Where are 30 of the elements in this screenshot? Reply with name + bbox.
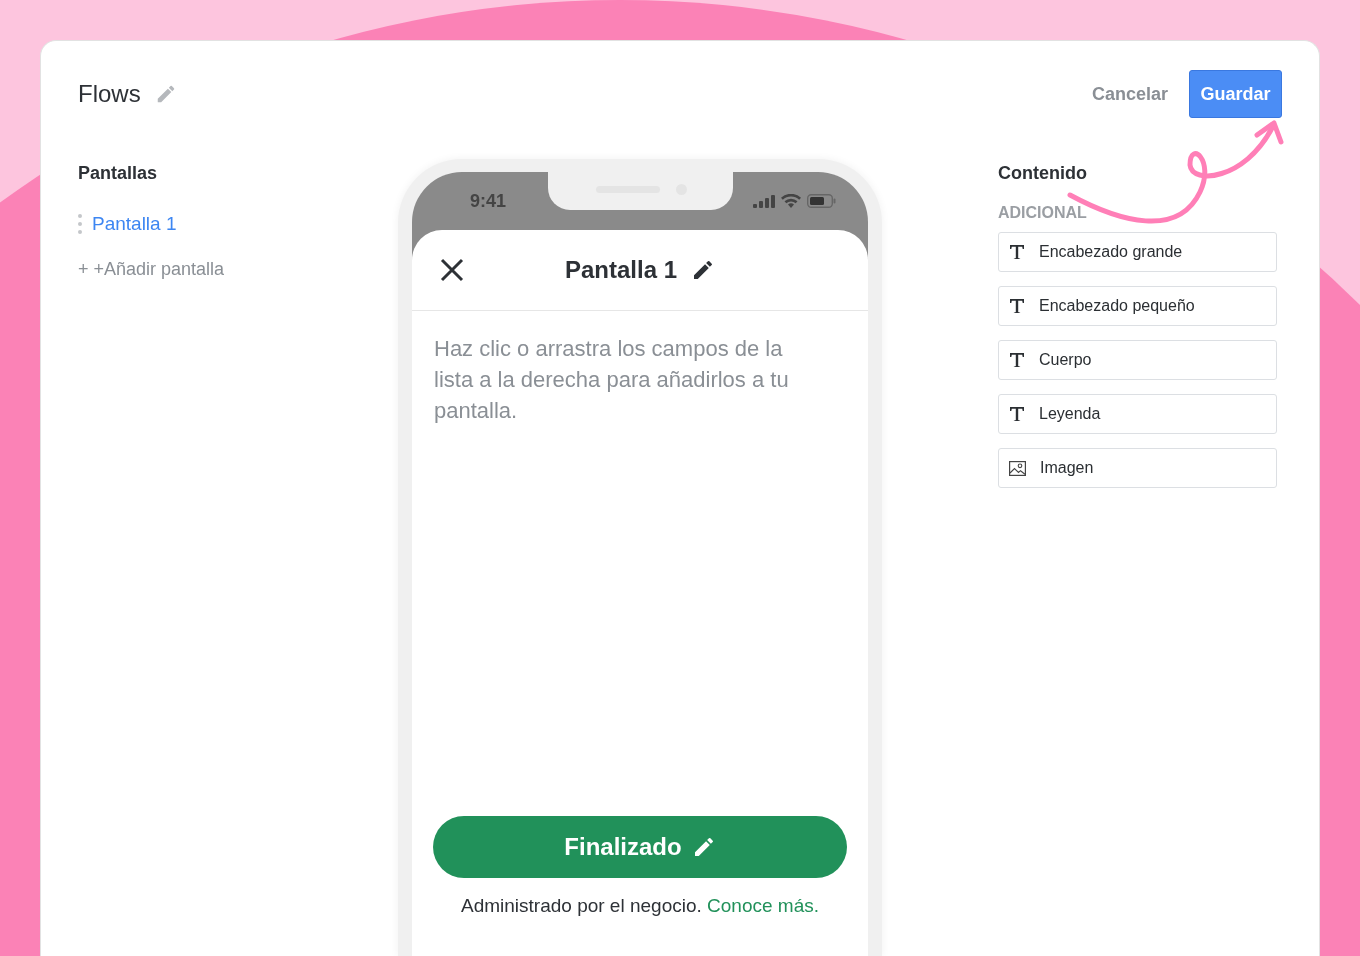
cancel-button[interactable]: Cancelar (1091, 83, 1168, 105)
text-type-icon (1009, 352, 1025, 368)
drag-handle-icon[interactable] (78, 214, 82, 234)
field-option[interactable]: Leyenda (998, 394, 1277, 434)
section-heading: Contenido (998, 162, 1088, 185)
close-icon (440, 258, 464, 282)
screen-link[interactable]: Pantalla 1 (92, 213, 177, 235)
field-option[interactable]: Cuerpo (998, 340, 1277, 380)
add-screen-button[interactable]: + +Añadir pantalla (78, 259, 225, 280)
flow-title: Flows (78, 80, 141, 108)
signal-icon (753, 194, 775, 208)
screen-title: Pantalla 1 (564, 256, 678, 284)
section-heading: Pantallas (78, 162, 159, 185)
learn-more-link[interactable]: Conoce más. (707, 895, 819, 916)
wifi-icon (781, 193, 801, 209)
save-button[interactable]: Guardar (1189, 70, 1282, 118)
field-option[interactable]: Encabezado pequeño (998, 286, 1277, 326)
done-button[interactable]: Finalizado (433, 816, 847, 878)
close-button[interactable] (440, 258, 464, 282)
hint-text: Haz clic o arrastra los campos de la lista a la derecha para añadirlos a tu pantalla. (434, 335, 790, 425)
footer-note: Administrado por el negocio. Conoce más. (459, 895, 820, 917)
field-option[interactable]: Encabezado grande (998, 232, 1277, 272)
battery-icon (807, 194, 836, 208)
text-type-icon (1009, 298, 1025, 314)
text-type-icon (1009, 244, 1025, 260)
field-option[interactable]: Imagen (998, 448, 1277, 488)
status-time: 9:41 (470, 190, 507, 212)
text-type-icon (1009, 406, 1025, 422)
section-label: ADICIONAL (998, 204, 1088, 222)
image-icon (1009, 460, 1026, 476)
